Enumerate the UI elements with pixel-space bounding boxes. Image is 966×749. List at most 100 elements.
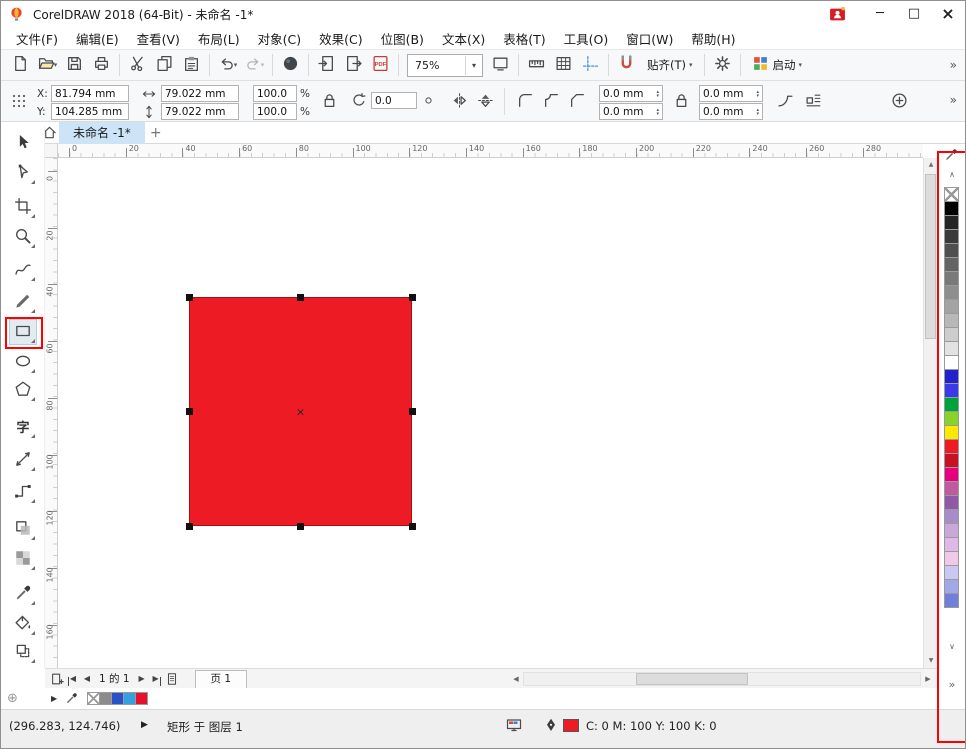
freehand-tool[interactable] bbox=[10, 258, 36, 282]
page-icon[interactable] bbox=[163, 672, 181, 686]
horizontal-scroll-thumb[interactable] bbox=[636, 673, 748, 685]
palette-expand[interactable]: » bbox=[940, 678, 964, 691]
object-width-input[interactable]: 79.022 mm bbox=[161, 85, 239, 102]
polygon-tool[interactable] bbox=[10, 378, 36, 402]
copy-button[interactable] bbox=[151, 52, 178, 79]
interactive-fill-tool[interactable] bbox=[10, 612, 36, 636]
menu-item-0[interactable]: 文件(F) bbox=[7, 27, 67, 50]
color-swatch[interactable] bbox=[944, 579, 959, 594]
show-rulers-button[interactable] bbox=[523, 52, 550, 79]
document-palette-expand[interactable]: ▶ bbox=[51, 694, 57, 703]
chevron-down-icon[interactable]: ▾ bbox=[799, 61, 803, 69]
previous-page-button[interactable]: ◀ bbox=[80, 674, 94, 683]
drop-shadow-tool[interactable] bbox=[10, 517, 36, 541]
zoom-level-select[interactable]: 75%▾ bbox=[407, 54, 483, 77]
vertical-scroll-thumb[interactable] bbox=[925, 174, 936, 339]
scroll-left-button[interactable]: ◀ bbox=[509, 675, 523, 683]
relative-corner-scaling-button[interactable] bbox=[773, 90, 797, 114]
color-swatch[interactable] bbox=[944, 481, 959, 496]
color-swatch[interactable] bbox=[944, 327, 959, 342]
scroll-up-button[interactable]: ▲ bbox=[924, 158, 938, 172]
color-swatch[interactable] bbox=[944, 341, 959, 356]
selection-handle[interactable] bbox=[409, 294, 416, 301]
menu-item-4[interactable]: 对象(C) bbox=[249, 27, 310, 50]
fullscreen-preview-button[interactable] bbox=[487, 52, 514, 79]
mirror-vertical-button[interactable] bbox=[473, 90, 497, 114]
new-document-tab-button[interactable]: + bbox=[145, 125, 167, 141]
propbar-overflow-chevron[interactable]: » bbox=[950, 93, 957, 107]
color-swatch[interactable] bbox=[944, 467, 959, 482]
color-swatch[interactable] bbox=[944, 313, 959, 328]
x-position-input[interactable]: 81.794 mm bbox=[51, 85, 129, 102]
menu-item-2[interactable]: 查看(V) bbox=[128, 27, 189, 50]
menu-item-10[interactable]: 窗口(W) bbox=[617, 27, 682, 50]
parallel-dimension-tool[interactable] bbox=[10, 448, 36, 472]
canvas-vertical-scrollbar[interactable]: ▲ ▼ bbox=[923, 158, 938, 668]
undo-button[interactable]: ▾ bbox=[214, 52, 241, 79]
welcome-screen-button[interactable] bbox=[277, 52, 304, 79]
color-swatch[interactable] bbox=[944, 453, 959, 468]
color-swatch[interactable] bbox=[944, 229, 959, 244]
rotation-angle-input[interactable]: 0.0 bbox=[371, 92, 417, 109]
last-page-button[interactable]: ▶ bbox=[149, 674, 163, 683]
scroll-down-button[interactable]: ▼ bbox=[924, 654, 938, 668]
first-page-button[interactable]: ◀ bbox=[66, 674, 80, 683]
scroll-right-button[interactable]: ▶ bbox=[921, 675, 935, 683]
color-swatch[interactable] bbox=[944, 215, 959, 230]
paste-button[interactable] bbox=[178, 52, 205, 79]
document-palette-eyedropper-icon[interactable] bbox=[65, 692, 78, 705]
mesh-fill-tool[interactable] bbox=[10, 547, 36, 571]
scale-y-input[interactable]: 100.0 bbox=[253, 103, 297, 120]
selection-handle[interactable] bbox=[186, 523, 193, 530]
ellipse-tool[interactable] bbox=[10, 350, 36, 374]
horizontal-ruler[interactable]: 020406080100120140160180200220240260280 bbox=[58, 144, 923, 158]
color-swatch[interactable] bbox=[944, 551, 959, 566]
mirror-horizontal-button[interactable] bbox=[447, 90, 471, 114]
maximize-button[interactable]: □ bbox=[897, 1, 931, 27]
color-swatch[interactable] bbox=[944, 369, 959, 384]
color-swatch[interactable] bbox=[944, 257, 959, 272]
chamfered-corner-button[interactable] bbox=[565, 90, 589, 114]
color-swatch[interactable] bbox=[944, 355, 959, 370]
page-tab[interactable]: 页 1 bbox=[195, 670, 248, 688]
color-swatch[interactable] bbox=[944, 495, 959, 510]
add-page-icon[interactable] bbox=[48, 672, 66, 686]
selection-handle[interactable] bbox=[297, 294, 304, 301]
rectangle-tool[interactable] bbox=[10, 320, 36, 344]
show-grid-button[interactable] bbox=[550, 52, 577, 79]
scalloped-corner-button[interactable] bbox=[539, 90, 563, 114]
show-guidelines-button[interactable] bbox=[577, 52, 604, 79]
corner-radius-bottom-right-input[interactable]: 0.0 mm▴▾ bbox=[699, 103, 763, 120]
export-button[interactable] bbox=[340, 52, 367, 79]
no-color-swatch[interactable] bbox=[944, 187, 959, 202]
add-preset-button[interactable] bbox=[887, 90, 911, 114]
selection-handle[interactable] bbox=[297, 523, 304, 530]
menu-item-8[interactable]: 表格(T) bbox=[494, 27, 554, 50]
import-button[interactable] bbox=[313, 52, 340, 79]
color-swatch[interactable] bbox=[944, 425, 959, 440]
save-button[interactable] bbox=[61, 52, 88, 79]
menu-item-5[interactable]: 效果(C) bbox=[310, 27, 371, 50]
shape-tool[interactable] bbox=[10, 161, 36, 185]
horizontal-scrollbar[interactable] bbox=[523, 672, 921, 686]
options-button[interactable] bbox=[709, 52, 736, 79]
color-swatch[interactable] bbox=[944, 537, 959, 552]
corner-radius-top-left-input[interactable]: 0.0 mm▴▾ bbox=[599, 85, 663, 102]
signin-badge-icon[interactable] bbox=[829, 6, 847, 22]
ruler-origin[interactable] bbox=[45, 144, 58, 158]
lock-corner-radius-button[interactable] bbox=[669, 90, 693, 114]
zoom-tool[interactable] bbox=[10, 225, 36, 249]
redo-button[interactable]: ▾ bbox=[241, 52, 268, 79]
menu-item-9[interactable]: 工具(O) bbox=[555, 27, 618, 50]
color-swatch[interactable] bbox=[944, 593, 959, 608]
selection-handle[interactable] bbox=[186, 408, 193, 415]
palette-scroll-down[interactable]: ∨ bbox=[940, 642, 964, 651]
color-eyedropper-tool[interactable] bbox=[10, 582, 36, 606]
corner-radius-top-right-input[interactable]: 0.0 mm▴▾ bbox=[699, 85, 763, 102]
smart-fill-tool[interactable] bbox=[10, 640, 36, 664]
color-swatch[interactable] bbox=[944, 439, 959, 454]
color-swatch[interactable] bbox=[944, 243, 959, 258]
vertical-ruler[interactable]: 020406080100120140160 bbox=[45, 158, 58, 668]
color-swatch[interactable] bbox=[944, 397, 959, 412]
text-tool[interactable]: 字 bbox=[10, 415, 36, 439]
